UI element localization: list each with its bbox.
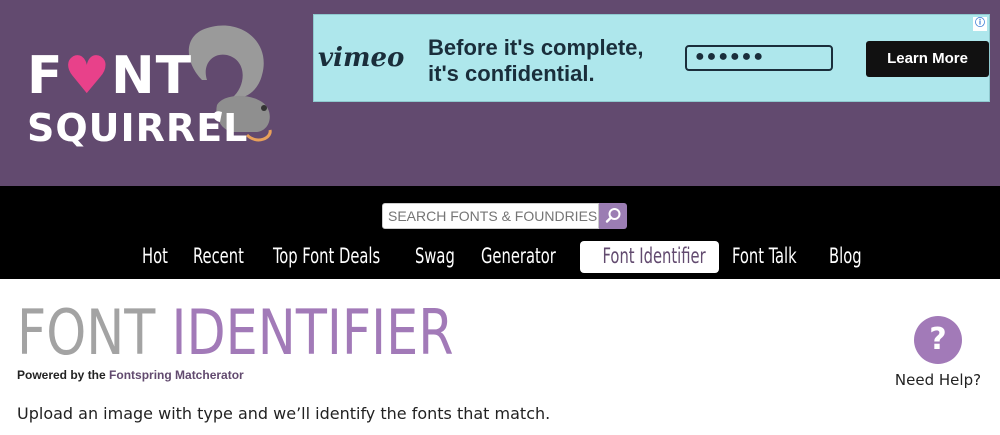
nav-item-hot[interactable]: Hot: [142, 241, 168, 273]
need-help-label[interactable]: Need Help?: [893, 371, 983, 389]
nav-item-font-talk[interactable]: Font Talk: [732, 241, 797, 273]
search-icon: [605, 208, 621, 223]
logo-wordmark-font: F♥NT: [27, 46, 193, 106]
page-title: FONT IDENTIFIER: [17, 298, 454, 368]
matcherator-link[interactable]: Fontspring Matcherator: [109, 368, 244, 382]
heart-icon: ♥: [63, 46, 112, 106]
ad-brand-logo: vimeo: [318, 43, 405, 73]
search-input[interactable]: [382, 203, 599, 229]
advertisement-banner[interactable]: ⓘ vimeo Before it's complete, it's confi…: [313, 14, 990, 102]
ad-info-icon[interactable]: ⓘ: [973, 17, 987, 31]
page-title-identifier: IDENTIFIER: [171, 296, 454, 369]
logo-wordmark-squirrel: SQUIRREL: [27, 106, 249, 150]
intro-text: Upload an image with type and we’ll iden…: [17, 404, 551, 423]
site-logo[interactable]: F♥NT SQUIRREL: [22, 20, 277, 160]
need-help-widget[interactable]: ? Need Help?: [893, 316, 983, 389]
main-navbar: Hot Recent Top Font Deals Swag Generator…: [0, 186, 1000, 279]
ad-learn-more-button[interactable]: Learn More: [866, 41, 989, 77]
ad-password-field: ●●●●●●: [685, 45, 833, 71]
nav-item-font-identifier-label: Font Identifier: [602, 244, 706, 268]
primary-nav: Hot Recent Top Font Deals Swag Generator…: [0, 241, 1000, 273]
search-bar: [382, 203, 627, 229]
nav-item-blog[interactable]: Blog: [829, 241, 862, 273]
nav-item-font-identifier[interactable]: Font Identifier: [580, 241, 719, 273]
search-button[interactable]: [599, 203, 627, 229]
nav-item-recent[interactable]: Recent: [193, 241, 244, 273]
ad-headline: Before it's complete, it's confidential.: [428, 35, 644, 86]
help-icon[interactable]: ?: [914, 316, 962, 364]
page-title-font: FONT: [17, 296, 156, 369]
site-header: F♥NT SQUIRREL ⓘ vimeo Before it's comple…: [0, 0, 1000, 186]
nav-item-top-font-deals[interactable]: Top Font Deals: [273, 241, 380, 273]
powered-by-line: Powered by the Fontspring Matcherator: [17, 368, 244, 382]
nav-item-generator[interactable]: Generator: [481, 241, 556, 273]
powered-by-prefix: Powered by the: [17, 368, 106, 382]
nav-item-swag[interactable]: Swag: [415, 241, 455, 273]
